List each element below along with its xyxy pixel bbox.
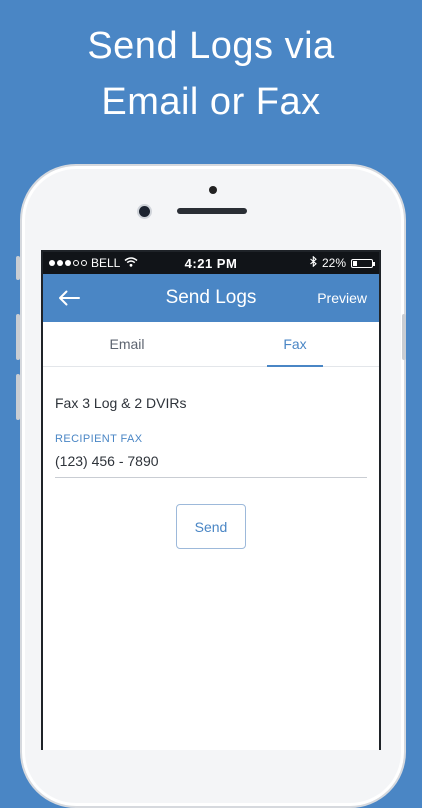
promo-line-2: Email or Fax xyxy=(101,81,321,123)
signal-dots-icon xyxy=(49,260,87,266)
battery-icon xyxy=(351,258,375,268)
fax-form: Fax 3 Log & 2 DVIRs RECIPIENT FAX Send xyxy=(43,395,379,549)
tab-fax[interactable]: Fax xyxy=(211,322,379,367)
app-screen: BELL 4:21 PM 22% Send Logs Preview Email… xyxy=(41,250,381,750)
status-bar: BELL 4:21 PM 22% xyxy=(43,252,379,274)
power-button xyxy=(402,314,406,360)
tab-bar: Email Fax xyxy=(43,322,379,367)
volume-up-button xyxy=(16,314,20,360)
preview-button[interactable]: Preview xyxy=(317,290,367,306)
mute-switch xyxy=(16,256,20,280)
send-summary: Fax 3 Log & 2 DVIRs xyxy=(55,395,187,411)
volume-down-button xyxy=(16,374,20,420)
battery-percent: 22% xyxy=(321,256,346,270)
carrier-name: BELL xyxy=(91,256,121,270)
bluetooth-icon xyxy=(310,255,317,270)
wifi-icon xyxy=(124,256,138,270)
tab-fax-label: Fax xyxy=(283,336,307,352)
back-button[interactable] xyxy=(47,274,91,322)
recipient-fax-label: RECIPIENT FAX xyxy=(55,433,143,445)
tab-email[interactable]: Email xyxy=(43,322,211,366)
promo-line-1: Send Logs via xyxy=(87,25,335,67)
back-arrow-icon xyxy=(59,290,80,306)
promo-headline: Send Logs via Email or Fax xyxy=(0,18,422,130)
front-camera xyxy=(139,206,150,217)
send-button[interactable]: Send xyxy=(176,504,246,549)
recipient-fax-input[interactable] xyxy=(55,453,367,478)
nav-bar: Send Logs Preview xyxy=(43,274,379,322)
earpiece-speaker xyxy=(177,208,247,214)
active-tab-indicator xyxy=(267,365,323,367)
proximity-sensor xyxy=(209,186,217,194)
tab-email-label: Email xyxy=(109,336,145,352)
